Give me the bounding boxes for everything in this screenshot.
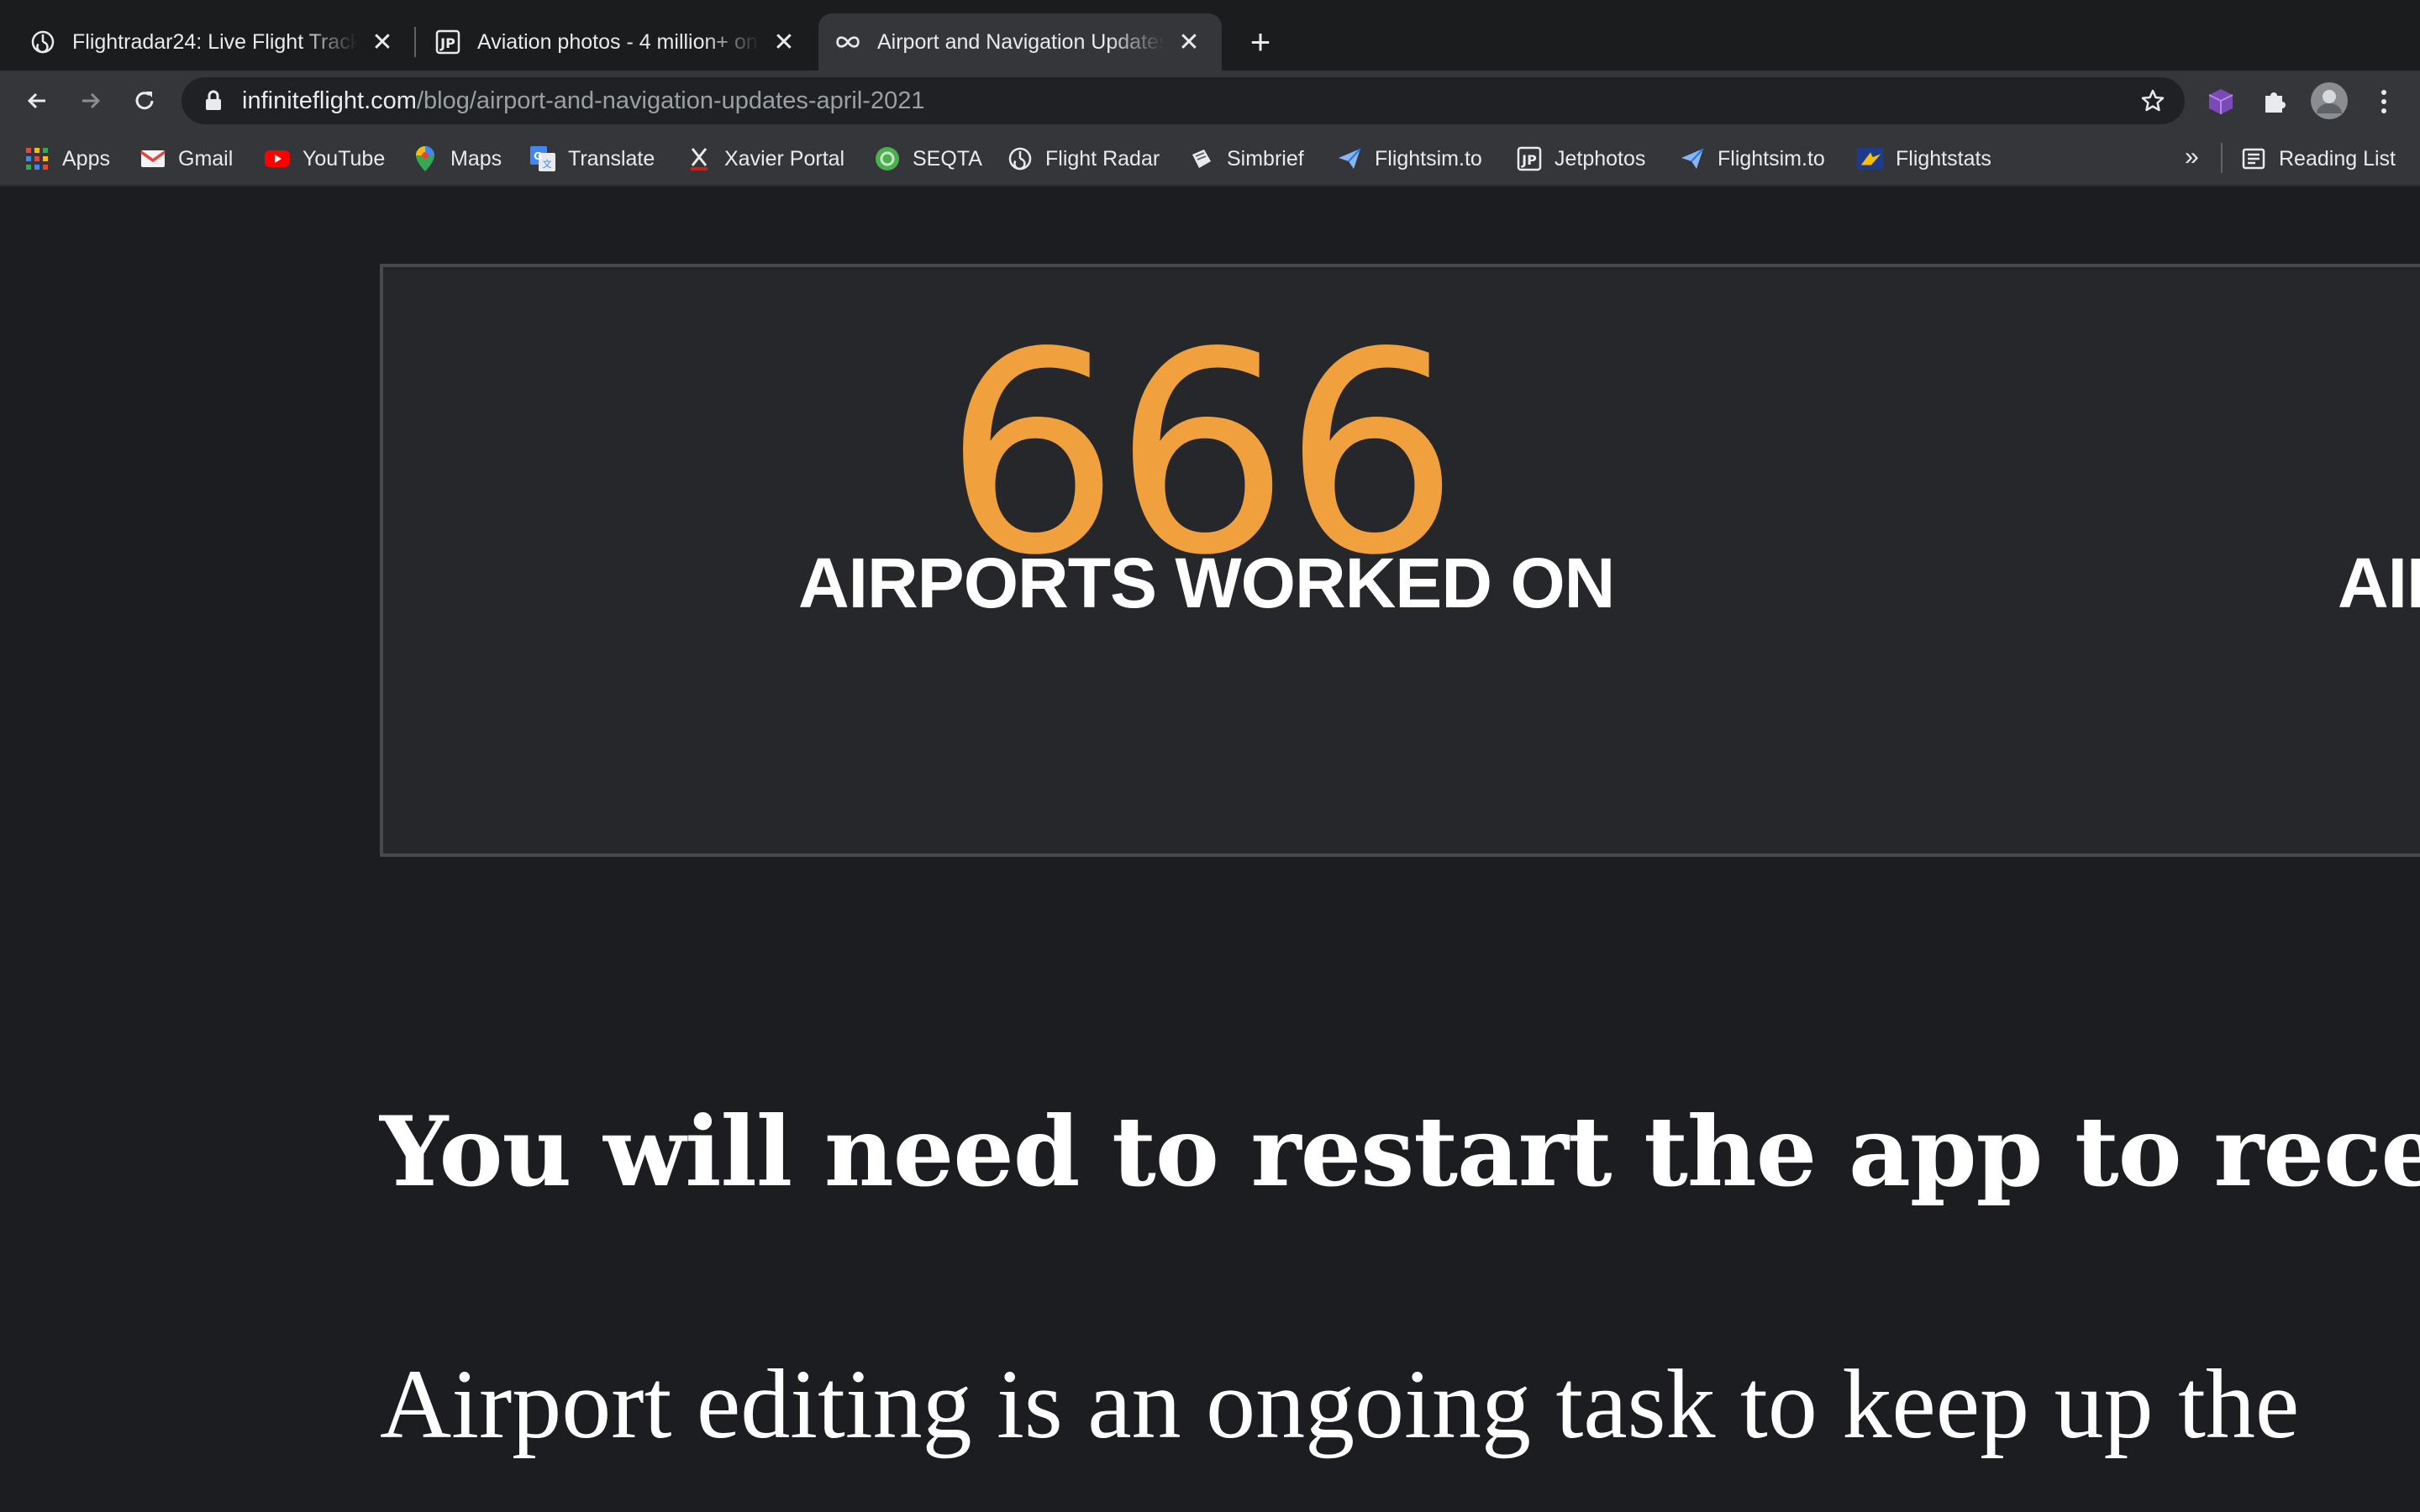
bookmark-flightstats[interactable]: Flightstats [1857, 143, 1991, 175]
close-tab-icon[interactable]: ✕ [770, 28, 798, 56]
flightradar-icon [30, 29, 55, 55]
bookmark-label: Xavier Portal [724, 146, 845, 171]
reload-icon [135, 92, 154, 110]
bookmark-label: Jetphotos [1555, 146, 1646, 171]
bookmark-label: Flightsim.to [1718, 146, 1825, 171]
flightradar-icon [1007, 145, 1034, 172]
apps-grid-icon [24, 145, 50, 172]
tab-strip: Flightradar24: Live Flight Tracker - Rea… [0, 0, 2420, 71]
bookmarks-separator [2221, 143, 2223, 173]
profile-avatar[interactable] [2309, 81, 2349, 121]
arrow-right-icon [82, 92, 101, 109]
bookmark-seqta[interactable]: SEQTA [874, 143, 982, 175]
toolbar: infiniteflight.com/blog/airport-and-navi… [0, 71, 2420, 131]
bookmark-youtube[interactable]: YouTube [264, 143, 385, 175]
extension-cube-icon[interactable] [2205, 86, 2237, 118]
bookmark-flight-radar[interactable]: Flight Radar [1007, 143, 1160, 175]
bookmark-simbrief[interactable]: Simbrief [1188, 143, 1304, 175]
bookmark-maps[interactable]: Maps [412, 143, 502, 175]
stats-panel: 666 AIRPORTS WORKED ON AIRPORTS [380, 264, 2420, 857]
extensions-puzzle-icon[interactable] [2259, 86, 2291, 118]
url-host: infiniteflight.com [242, 87, 417, 114]
bookmark-flightsim-to-2[interactable]: Flightsim.to [1679, 143, 1825, 175]
bookmark-label: Simbrief [1227, 146, 1304, 171]
bookmark-apps[interactable]: Apps [24, 143, 110, 175]
bookmarks-bar: Apps Gmail YouTube Maps G文 Translate Xav… [0, 131, 2420, 186]
translate-icon: G文 [529, 145, 556, 172]
bookmark-label: Gmail [178, 146, 234, 171]
tab-flightradar[interactable]: Flightradar24: Live Flight Tracker - Rea… [0, 13, 415, 71]
menu-kebab-icon[interactable] [2368, 86, 2400, 118]
reading-list-label: Reading List [2279, 146, 2396, 171]
tab-jetphotos[interactable]: JP Aviation photos - 4 million+ on JetPh… [415, 13, 817, 71]
seqta-icon [874, 145, 901, 172]
youtube-icon [264, 145, 291, 172]
bookmark-jetphotos[interactable]: JP Jetphotos [1516, 143, 1645, 175]
url-text[interactable]: infiniteflight.com/blog/airport-and-navi… [242, 87, 924, 115]
xavier-icon [686, 145, 713, 172]
bookmark-translate[interactable]: G文 Translate [529, 143, 655, 175]
jetphotos-icon: JP [1516, 145, 1543, 172]
bookmark-label: YouTube [302, 146, 386, 171]
back-button[interactable] [15, 79, 59, 123]
bookmark-label: Maps [450, 146, 502, 171]
svg-text:JP: JP [1521, 152, 1537, 168]
stat-label-airports-cut: AIRPORTS [2338, 543, 2420, 622]
page-content: 666 AIRPORTS WORKED ON AIRPORTS You will… [0, 186, 2420, 1512]
bookmark-gmail[interactable]: Gmail [139, 143, 233, 175]
tab-title: Flightradar24: Live Flight Tracker - Rea… [72, 29, 358, 54]
flightstats-icon [1857, 145, 1884, 172]
bookmark-xavier-portal[interactable]: Xavier Portal [686, 143, 844, 175]
arrow-left-icon [27, 92, 45, 109]
simbrief-icon [1188, 145, 1215, 172]
maps-pin-icon [412, 145, 439, 172]
close-tab-icon[interactable]: ✕ [1175, 28, 1203, 56]
svg-text:JP: JP [439, 35, 455, 51]
tab-title: Aviation photos - 4 million+ on JetPhoto… [477, 29, 760, 54]
tab-infinite-flight[interactable]: Airport and Navigation Updates - April 2… [818, 13, 1222, 71]
bookmark-label: Flightstats [1896, 146, 1991, 171]
address-bar[interactable]: infiniteflight.com/blog/airport-and-navi… [182, 77, 2185, 124]
section-heading: You will need to restart the app to rece… [380, 1095, 2420, 1208]
reload-button[interactable] [123, 79, 166, 123]
new-tab-button[interactable]: + [1240, 22, 1281, 62]
reading-list-button[interactable]: Reading List [2240, 143, 2396, 175]
close-tab-icon[interactable]: ✕ [368, 28, 397, 56]
tab-title: Airport and Navigation Updates - April 2… [877, 29, 1165, 54]
reading-list-icon [2240, 145, 2267, 172]
jetphotos-icon: JP [435, 29, 460, 55]
bookmarks-overflow-button[interactable]: » [2185, 143, 2199, 171]
flightsim-icon [1679, 145, 1706, 172]
bookmark-label: Flightsim.to [1375, 146, 1482, 171]
bookmark-label: Translate [568, 146, 655, 171]
forward-button[interactable] [69, 79, 113, 123]
gmail-icon [139, 145, 166, 172]
bookmark-flightsim-to[interactable]: Flightsim.to [1336, 143, 1482, 175]
bookmark-star-icon[interactable] [2139, 87, 2166, 114]
infinite-flight-icon [835, 29, 860, 55]
flightsim-icon [1336, 145, 1363, 172]
bookmark-label: Apps [62, 146, 110, 171]
bookmark-label: Flight Radar [1045, 146, 1160, 171]
url-path: /blog/airport-and-navigation-updates-apr… [416, 87, 925, 114]
stat-label-airports-worked-on: AIRPORTS WORKED ON [798, 543, 1615, 622]
bookmark-label: SEQTA [913, 146, 982, 171]
svg-text:文: 文 [543, 158, 552, 170]
body-paragraph: Airport editing is an ongoing task to ke… [380, 1349, 2300, 1459]
lock-icon[interactable] [202, 89, 225, 113]
svg-text:G: G [534, 150, 542, 162]
